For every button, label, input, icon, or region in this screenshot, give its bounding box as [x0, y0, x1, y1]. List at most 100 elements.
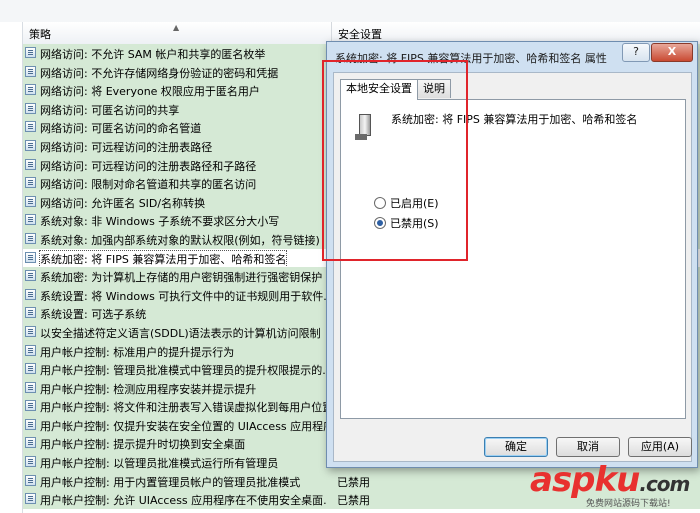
title-buttons: ? X [621, 43, 693, 62]
policy-cell: 系统对象: 非 Windows 子系统不要求区分大小写 [23, 211, 327, 229]
policy-label: 用户帐户控制: 仅提升安装在安全位置的 UIAccess 应用程序 [40, 419, 327, 433]
policy-label: 系统加密: 为计算机上存储的用户密钥强制进行强密钥保护 [40, 271, 323, 285]
tab-strip: 本地安全设置 说明 [340, 79, 451, 100]
policy-icon [25, 363, 36, 375]
policy-icon [25, 158, 36, 170]
policy-label: 用户帐户控制: 将文件和注册表写入错误虚拟化到每用户位置 [40, 401, 327, 415]
dialog-title: 系统加密: 将 FIPS 兼容算法用于加密、哈希和签名 属性 [335, 52, 607, 65]
policy-icon [25, 418, 36, 430]
policy-icon [25, 232, 36, 244]
policy-cell: 以安全描述符定义语言(SDDL)语法表示的计算机访问限制 [23, 323, 327, 341]
policy-cell: 系统加密: 将 FIPS 兼容算法用于加密、哈希和签名 [23, 249, 327, 267]
policy-label: 用户帐户控制: 标准用户的提升提示行为 [40, 345, 235, 359]
policy-label: 用户帐户控制: 用于内置管理员帐户的管理员批准模式 [40, 475, 301, 489]
policy-icon [25, 195, 36, 207]
policy-icon [25, 400, 36, 412]
policy-cell: 用户帐户控制: 提示提升时切换到安全桌面 [23, 434, 327, 452]
server-policy-icon [355, 114, 373, 140]
policy-icon [25, 344, 36, 356]
security-setting-cell: 已禁用 [337, 494, 370, 508]
policy-label: 用户帐户控制: 管理员批准模式中管理员的提升权限提示的... [40, 364, 327, 378]
watermark-subtitle: 免费网站源码下载站! [586, 499, 671, 509]
policy-label: 用户帐户控制: 以管理员批准模式运行所有管理员 [40, 457, 279, 471]
policy-cell: 网络访问: 可匿名访问的命名管道 [23, 118, 327, 136]
radio-disabled-label: 已禁用(S) [390, 217, 439, 230]
policy-icon [25, 84, 36, 96]
policy-cell: 用户帐户控制: 以管理员批准模式运行所有管理员 [23, 453, 327, 471]
policy-cell: 网络访问: 可远程访问的注册表路径 [23, 137, 327, 155]
policy-name-label: 系统加密: 将 FIPS 兼容算法用于加密、哈希和签名 [391, 113, 638, 126]
policy-icon [25, 437, 36, 449]
policy-cell: 系统设置: 可选子系统 [23, 304, 327, 322]
tab-local-security-setting[interactable]: 本地安全设置 [340, 79, 418, 100]
tab-explain[interactable]: 说明 [417, 79, 451, 98]
policy-icon [25, 307, 36, 319]
sort-ascending-icon: ▲ [173, 23, 180, 32]
policy-cell: 网络访问: 可远程访问的注册表路径和子路径 [23, 156, 327, 174]
cancel-button[interactable]: 取消 [556, 437, 620, 457]
policy-label: 网络访问: 限制对命名管道和共享的匿名访问 [40, 178, 257, 192]
policy-label: 网络访问: 可匿名访问的命名管道 [40, 122, 202, 136]
radio-disabled-circle[interactable] [374, 217, 386, 229]
policy-cell: 网络访问: 将 Everyone 权限应用于匿名用户 [23, 81, 327, 99]
policy-label: 系统加密: 将 FIPS 兼容算法用于加密、哈希和签名 [38, 249, 288, 267]
policy-icon [25, 139, 36, 151]
watermark-logo: aspku.com [530, 460, 690, 500]
apply-button[interactable]: 应用(A) [628, 437, 692, 457]
policy-cell: 用户帐户控制: 仅提升安装在安全位置的 UIAccess 应用程序 [23, 416, 327, 434]
policy-cell: 用户帐户控制: 用于内置管理员帐户的管理员批准模式 [23, 472, 327, 490]
policy-label: 网络访问: 可匿名访问的共享 [40, 103, 180, 117]
policy-label: 网络访问: 不允许 SAM 帐户和共享的匿名枚举 [40, 48, 266, 61]
policy-icon [25, 65, 36, 77]
policy-cell: 网络访问: 可匿名访问的共享 [23, 100, 327, 118]
help-button[interactable]: ? [622, 43, 650, 62]
policy-cell: 用户帐户控制: 管理员批准模式中管理员的提升权限提示的... [23, 360, 327, 378]
column-header-policy[interactable]: ▲ 策略 [23, 22, 332, 44]
policy-icon [25, 474, 36, 486]
policy-cell: 用户帐户控制: 将文件和注册表写入错误虚拟化到每用户位置 [23, 397, 327, 415]
policy-icon [25, 177, 36, 189]
policy-icon [25, 325, 36, 337]
policy-icon [25, 270, 36, 282]
radio-enabled[interactable]: 已启用(E) [374, 195, 439, 211]
policy-icon [25, 493, 36, 505]
policy-label: 系统对象: 加强内部系统对象的默认权限(例如，符号链接) [40, 233, 320, 247]
left-tree-pane [0, 22, 23, 513]
policy-cell: 用户帐户控制: 允许 UIAccess 应用程序在不使用安全桌面... [23, 490, 327, 508]
policy-cell: 系统设置: 将 Windows 可执行文件中的证书规则用于软件... [23, 286, 327, 304]
security-setting-cell: 已禁用 [337, 475, 370, 489]
policy-label: 用户帐户控制: 检测应用程序安装并提示提升 [40, 382, 257, 396]
policy-label: 网络访问: 可远程访问的注册表路径和子路径 [40, 159, 257, 173]
policy-label: 系统对象: 非 Windows 子系统不要求区分大小写 [40, 215, 280, 229]
policy-cell: 网络访问: 不允许 SAM 帐户和共享的匿名枚举 [23, 44, 327, 62]
dialog-buttons: 确定 取消 应用(A) [484, 437, 700, 457]
policy-label: 网络访问: 允许匿名 SID/名称转换 [40, 196, 206, 210]
policy-label: 网络访问: 不允许存储网络身份验证的密码和凭据 [40, 66, 279, 80]
top-toolbar-strip [0, 0, 700, 23]
policy-icon [25, 102, 36, 114]
policy-icon [25, 121, 36, 133]
radio-enabled-label: 已启用(E) [390, 197, 439, 210]
policy-icon [25, 251, 36, 263]
policy-cell: 用户帐户控制: 检测应用程序安装并提示提升 [23, 379, 327, 397]
policy-icon [25, 288, 36, 300]
dialog-client-area: 本地安全设置 说明 系统加密: 将 FIPS 兼容算法用于加密、哈希和签名 已启… [333, 72, 692, 462]
policy-cell: 网络访问: 限制对命名管道和共享的匿名访问 [23, 174, 327, 192]
properties-dialog: 系统加密: 将 FIPS 兼容算法用于加密、哈希和签名 属性 ? X 本地安全设… [326, 41, 698, 468]
close-button[interactable]: X [651, 43, 693, 62]
radio-enabled-circle[interactable] [374, 197, 386, 209]
ok-button[interactable]: 确定 [484, 437, 548, 457]
policy-icon [25, 47, 36, 58]
radio-disabled[interactable]: 已禁用(S) [374, 215, 439, 231]
policy-cell: 网络访问: 不允许存储网络身份验证的密码和凭据 [23, 63, 327, 81]
policy-label: 用户帐户控制: 允许 UIAccess 应用程序在不使用安全桌面... [40, 494, 327, 508]
policy-label: 用户帐户控制: 提示提升时切换到安全桌面 [40, 438, 246, 452]
policy-label: 以安全描述符定义语言(SDDL)语法表示的计算机访问限制 [40, 326, 321, 340]
policy-label: 系统设置: 将 Windows 可执行文件中的证书规则用于软件... [40, 289, 327, 303]
policy-icon [25, 381, 36, 393]
policy-cell: 系统加密: 为计算机上存储的用户密钥强制进行强密钥保护 [23, 267, 327, 285]
policy-label: 网络访问: 将 Everyone 权限应用于匿名用户 [40, 85, 260, 99]
policy-label: 网络访问: 可远程访问的注册表路径 [40, 140, 213, 154]
tab-panel: 系统加密: 将 FIPS 兼容算法用于加密、哈希和签名 已启用(E) 已禁用(S… [340, 99, 686, 419]
policy-label: 系统设置: 可选子系统 [40, 308, 147, 322]
